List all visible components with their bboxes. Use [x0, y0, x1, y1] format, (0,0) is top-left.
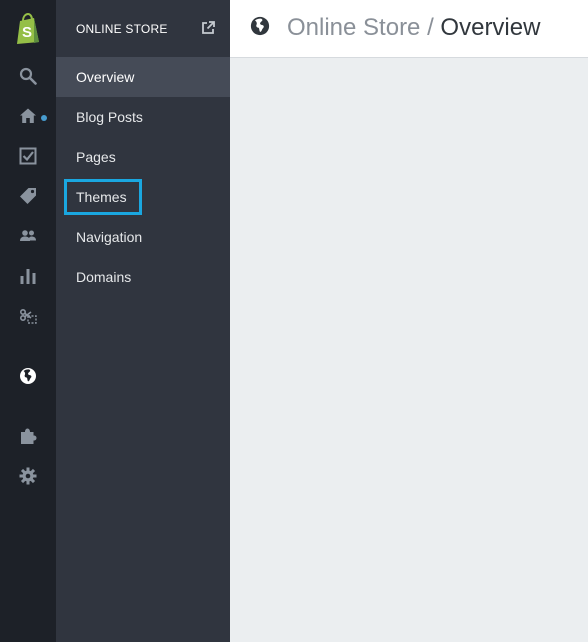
reports-icon[interactable] — [14, 262, 42, 290]
subnav-item-domains[interactable]: Domains — [56, 257, 230, 297]
products-icon[interactable] — [14, 182, 42, 210]
online-store-subnav: ONLINE STORE Overview Blog Posts Pages T… — [56, 0, 230, 642]
subnav-item-themes[interactable]: Themes — [56, 177, 230, 217]
apps-icon[interactable] — [14, 422, 42, 450]
subnav-item-pages[interactable]: Pages — [56, 137, 230, 177]
subnav-item-label: Blog Posts — [76, 109, 143, 125]
subnav-item-label: Navigation — [76, 229, 143, 245]
breadcrumb-parent-link[interactable]: Online Store — [287, 14, 420, 41]
search-icon[interactable] — [14, 62, 42, 90]
home-icon[interactable] — [14, 102, 42, 130]
subnav-title: ONLINE STORE — [76, 22, 168, 36]
primary-nav-rail: S — [0, 0, 56, 642]
subnav-item-label: Domains — [76, 269, 132, 285]
subnav-item-overview[interactable]: Overview — [56, 57, 230, 97]
page-title: Overview — [440, 14, 541, 41]
subnav-item-navigation[interactable]: Navigation — [56, 217, 230, 257]
subnav-header: ONLINE STORE — [56, 0, 230, 57]
customers-icon[interactable] — [14, 222, 42, 250]
globe-icon — [250, 16, 270, 36]
shopify-logo[interactable]: S — [13, 13, 43, 45]
settings-icon[interactable] — [14, 462, 42, 490]
online-store-icon[interactable] — [14, 362, 42, 390]
notification-dot — [41, 115, 47, 121]
discounts-icon[interactable] — [14, 302, 42, 330]
subnav-item-label: Overview — [76, 69, 135, 85]
breadcrumb: Online Store / Overview — [287, 14, 540, 42]
page-header: Online Store / Overview — [230, 0, 588, 58]
subnav-item-label: Pages — [76, 149, 116, 165]
external-link-icon[interactable] — [200, 20, 216, 36]
main-content — [230, 58, 588, 642]
svg-text:S: S — [22, 24, 32, 41]
subnav-item-label: Themes — [76, 189, 127, 205]
subnav-item-blog-posts[interactable]: Blog Posts — [56, 97, 230, 137]
orders-icon[interactable] — [14, 142, 42, 170]
breadcrumb-separator: / — [427, 14, 434, 41]
